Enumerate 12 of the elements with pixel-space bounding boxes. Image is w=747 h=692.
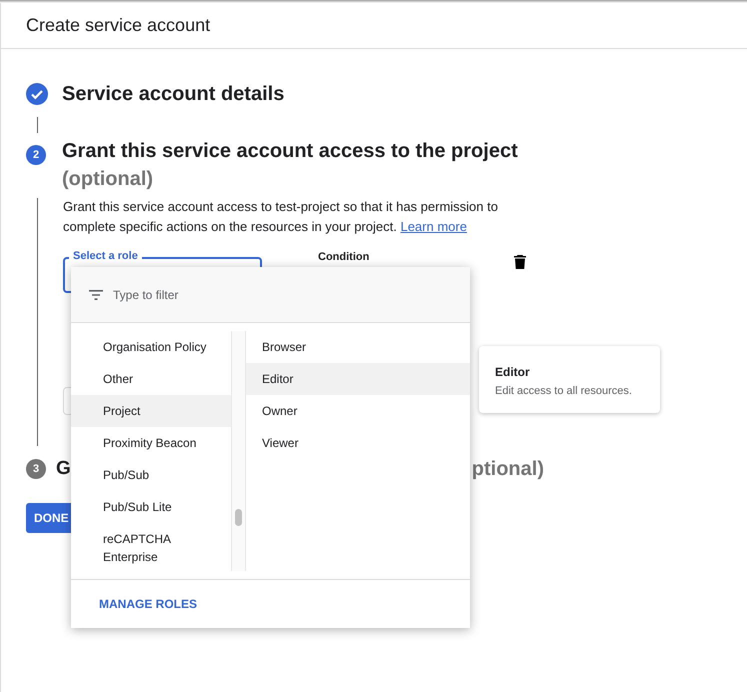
step-number: 2: [26, 145, 46, 165]
step-title: Grant this service account access to the project: [62, 139, 518, 164]
condition-label: Condition: [318, 250, 370, 265]
description: Grant this service account access to test-project so that it has permission to complete specific actions on the resources in your project. Learn more: [63, 198, 499, 236]
optional-label: (optional): [62, 167, 154, 192]
tooltip-title: Editor: [495, 364, 531, 381]
step-title: Service account details: [62, 82, 284, 107]
page-title: Create service account: [26, 14, 210, 37]
step-number: 3: [26, 459, 46, 479]
tooltip-description: Edit access to all resources.: [495, 384, 633, 399]
step-title: G: [56, 456, 71, 481]
optional-label: ptional): [472, 457, 544, 482]
